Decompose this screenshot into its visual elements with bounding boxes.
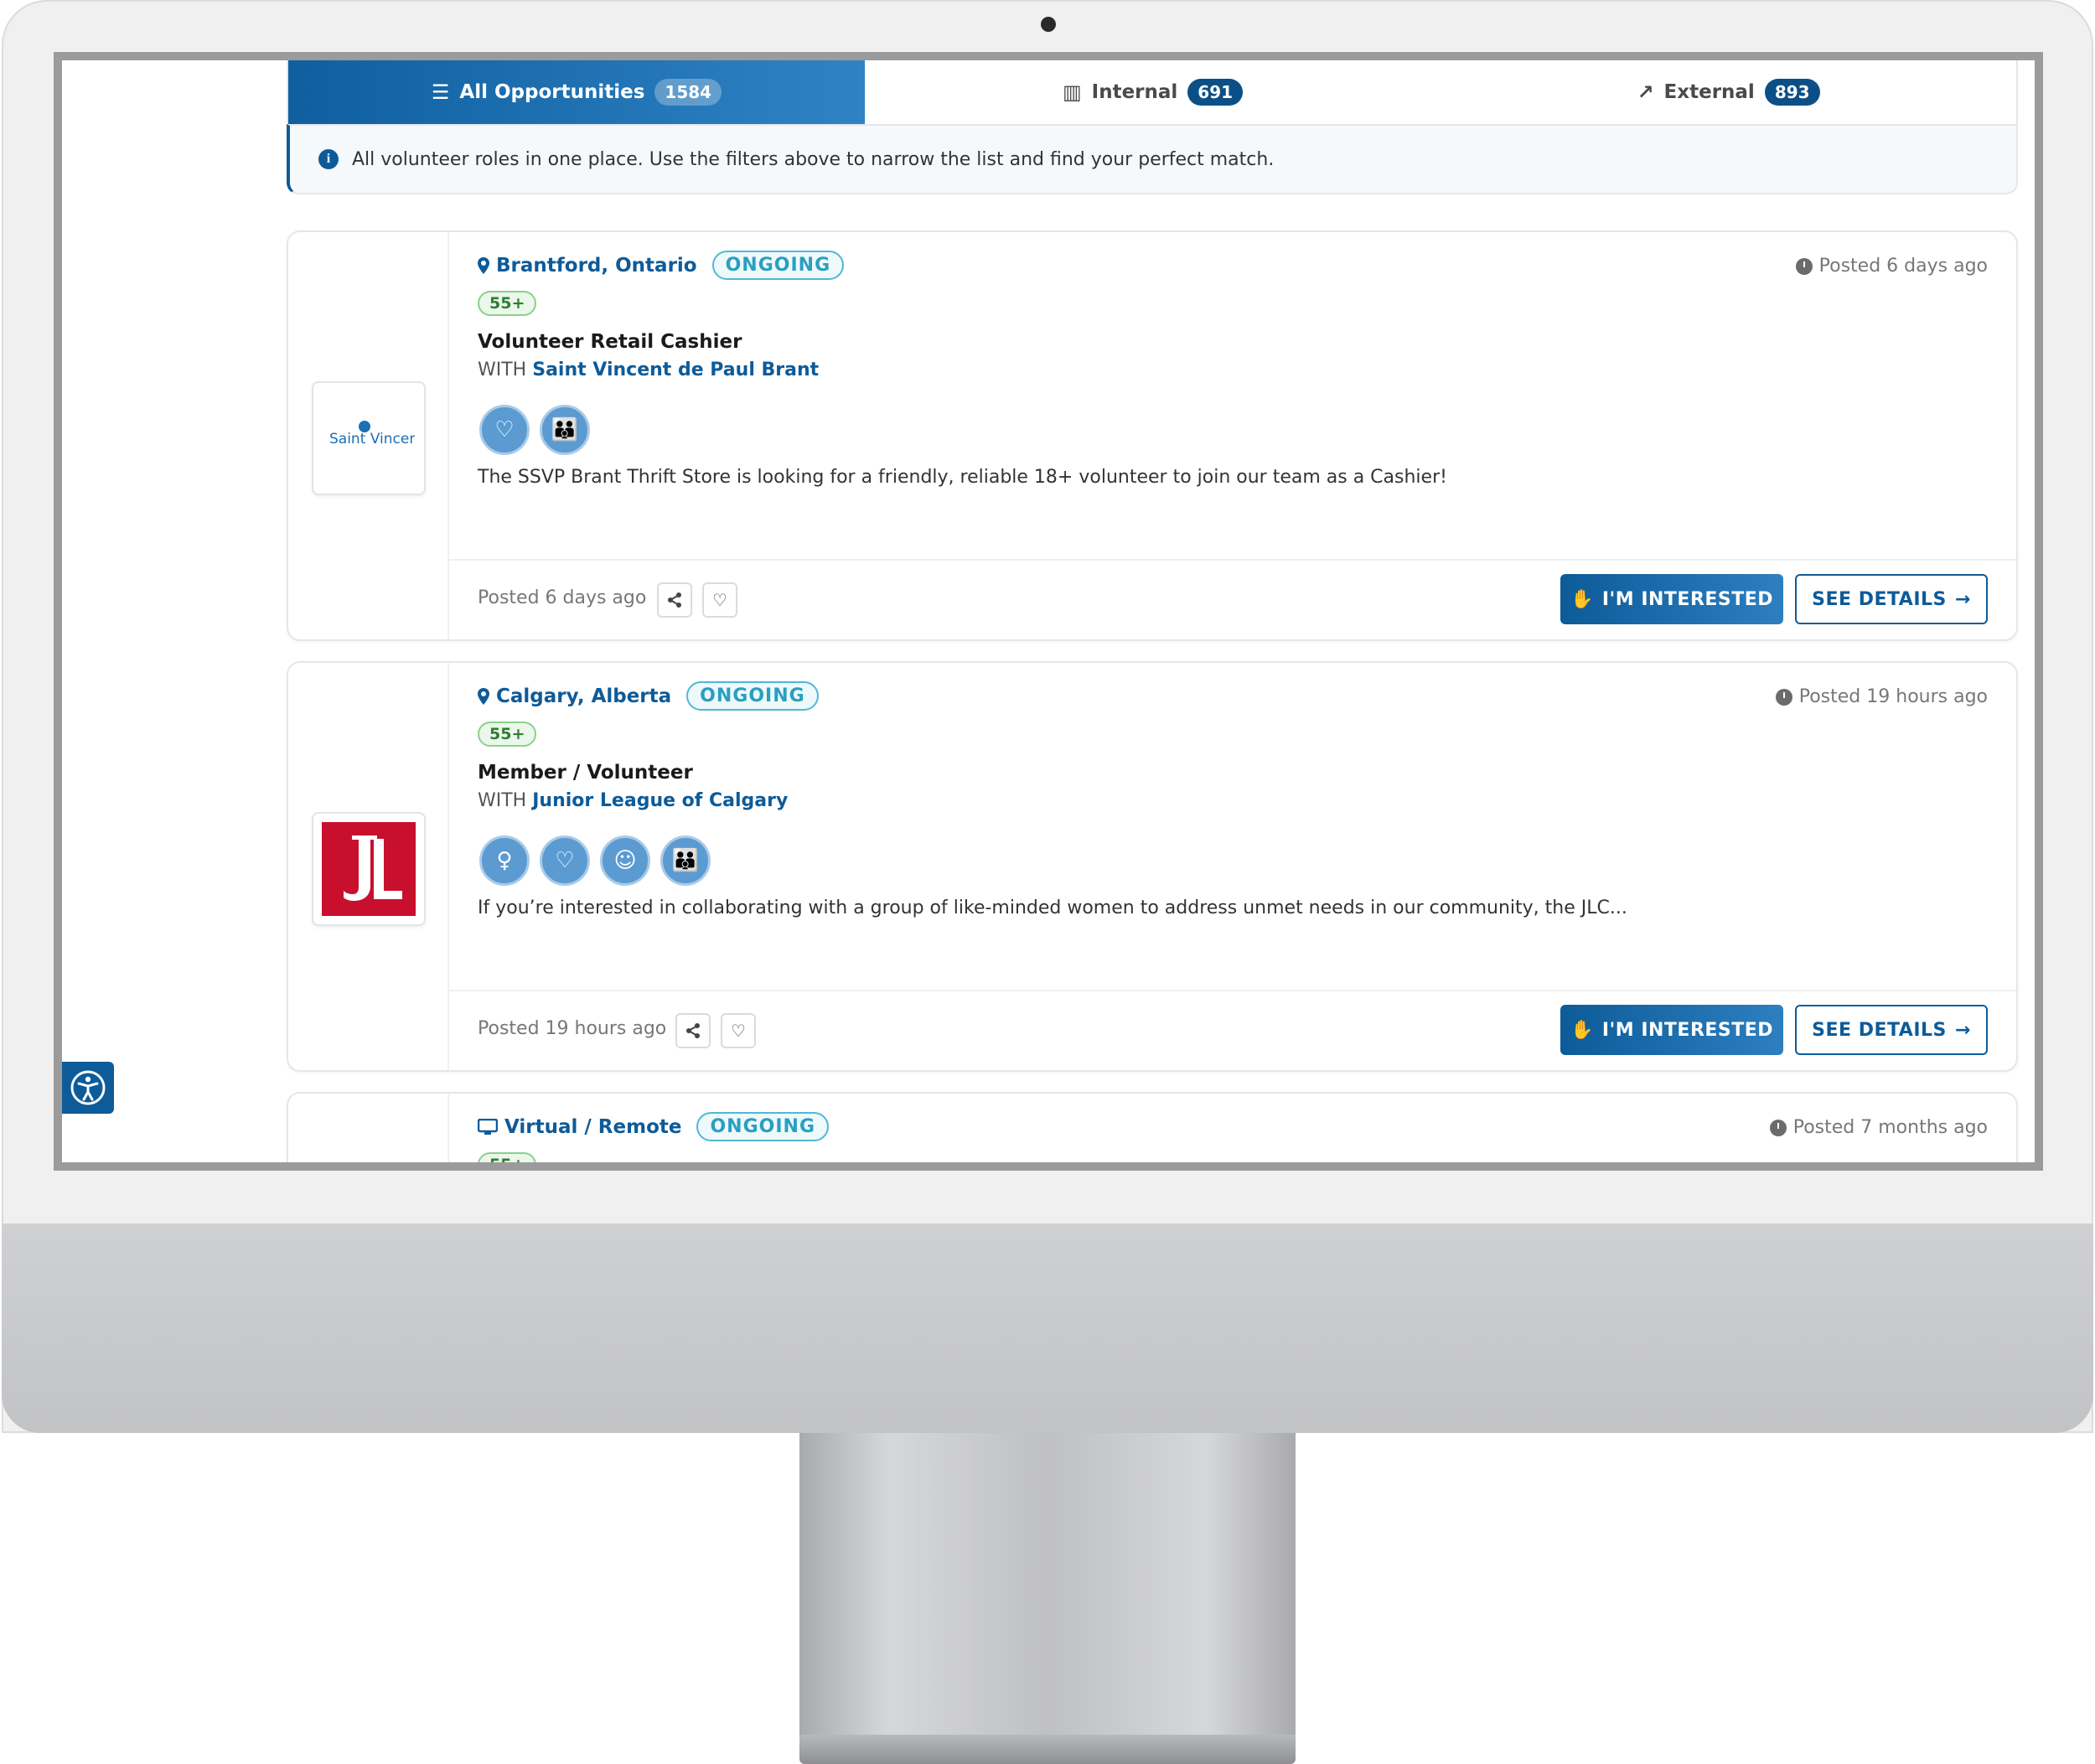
status-badge: ONGOING <box>686 681 819 711</box>
org-logo-ssvp[interactable]: Saint Vincent de Paul <box>312 381 426 495</box>
clock-icon <box>1795 257 1813 275</box>
heart-outline-icon: ♡ <box>731 1021 746 1041</box>
monitor-stand <box>799 1433 1296 1735</box>
age-badge: 55+ <box>478 722 537 747</box>
map-pin-icon <box>478 687 489 705</box>
map-pin-icon <box>478 256 489 274</box>
info-icon: i <box>318 149 339 169</box>
see-details-button[interactable]: SEE DETAILS → <box>1795 1005 1988 1055</box>
monitor-stand-base <box>799 1735 1296 1764</box>
category-icons: ♀ ♡ ☺ 👪 <box>479 835 711 886</box>
monitor-chin <box>2 1223 2093 1433</box>
opportunity-title[interactable]: Volunteer Retail Cashier <box>478 331 742 353</box>
camera-dot <box>1041 17 1056 32</box>
external-link-icon: ↗ <box>1637 80 1654 104</box>
status-badge: ONGOING <box>711 251 845 280</box>
tab-label: External <box>1663 81 1755 103</box>
posted-time: Posted 6 days ago <box>1795 256 1988 277</box>
share-button[interactable] <box>657 582 692 618</box>
tab-label: Internal <box>1091 81 1178 103</box>
opportunity-card: Saint Vincent de Paul Brantford, Ontario… <box>287 230 2018 641</box>
see-details-button[interactable]: SEE DETAILS → <box>1795 574 1988 624</box>
list-icon: ☰ <box>431 80 450 104</box>
opportunity-card: Calgary, Alberta ONGOING Posted 19 hours… <box>287 661 2018 1072</box>
im-interested-button[interactable]: ✋ I'M INTERESTED <box>1560 574 1783 624</box>
tab-label: All Opportunities <box>459 81 645 103</box>
posted-time: Posted 19 hours ago <box>478 1018 667 1039</box>
opportunity-description: The SSVP Brant Thrift Store is looking f… <box>478 467 1447 488</box>
tab-bar: ☰ All Opportunities 1584 ▥ Internal 691 … <box>287 60 2018 124</box>
tab-internal[interactable]: ▥ Internal 691 <box>865 60 1441 124</box>
location-link[interactable]: Brantford, Ontario <box>478 255 697 277</box>
organization-link[interactable]: Saint Vincent de Paul Brant <box>532 360 819 380</box>
opportunities-panel: ☰ All Opportunities 1584 ▥ Internal 691 … <box>287 60 2018 1162</box>
opportunity-description: If you’re interested in collaborating wi… <box>478 898 1627 918</box>
tab-external[interactable]: ↗ External 893 <box>1441 60 2016 124</box>
theatre-masks-icon: ☺ <box>600 835 650 886</box>
posted-time: Posted 6 days ago <box>478 587 647 608</box>
hand-icon: ✋ <box>1570 588 1594 610</box>
posted-time: Posted 7 months ago <box>1769 1117 1988 1138</box>
opportunity-card: Virtual / Remote ONGOING Posted 7 months… <box>287 1092 2018 1162</box>
opportunity-title[interactable]: Member / Volunteer <box>478 762 693 784</box>
organization-link[interactable]: Junior League of Calgary <box>532 790 788 811</box>
card-footer: Posted 19 hours ago ♡ ✋ I'M INTERESTED S… <box>449 990 2016 1070</box>
arrow-right-icon: → <box>1954 1019 1971 1041</box>
status-badge: ONGOING <box>696 1112 830 1141</box>
posted-time: Posted 19 hours ago <box>1775 686 1988 707</box>
accessibility-button[interactable] <box>62 1062 114 1114</box>
favorite-button[interactable]: ♡ <box>721 1013 756 1048</box>
accessibility-icon <box>70 1070 106 1105</box>
tab-count-badge: 893 <box>1764 79 1820 106</box>
organization-line: WITH Saint Vincent de Paul Brant <box>478 360 820 380</box>
screen: ☰ All Opportunities 1584 ▥ Internal 691 … <box>54 52 2043 1171</box>
info-text: All volunteer roles in one place. Use th… <box>352 148 1275 170</box>
age-badge: 55+ <box>478 291 537 316</box>
age-badge: 55+ <box>478 1152 537 1162</box>
category-icons: ♡ 👪 <box>479 405 590 455</box>
share-button[interactable] <box>675 1013 711 1048</box>
share-icon <box>668 592 681 608</box>
hand-icon: ✋ <box>1570 1019 1594 1041</box>
tab-count-badge: 691 <box>1187 79 1244 106</box>
organization-line: WITH Junior League of Calgary <box>478 790 789 811</box>
heart-icon: ♡ <box>540 835 590 886</box>
family-icon: 👪 <box>660 835 711 886</box>
im-interested-button[interactable]: ✋ I'M INTERESTED <box>1560 1005 1783 1055</box>
building-icon: ▥ <box>1062 80 1082 104</box>
tab-count-badge: 1584 <box>654 79 722 106</box>
monitor-icon <box>478 1118 498 1135</box>
favorite-button[interactable]: ♡ <box>702 582 737 618</box>
arrow-right-icon: → <box>1954 588 1971 610</box>
tab-all-opportunities[interactable]: ☰ All Opportunities 1584 <box>288 60 865 124</box>
org-logo-jlc[interactable] <box>312 812 426 926</box>
share-icon <box>686 1023 700 1038</box>
location-link[interactable]: Virtual / Remote <box>478 1116 681 1138</box>
card-footer: Posted 6 days ago ♡ ✋ I'M INTERESTED SEE… <box>449 559 2016 639</box>
info-banner: i All volunteer roles in one place. Use … <box>287 124 2018 194</box>
female-icon: ♀ <box>479 835 530 886</box>
heart-icon: ♡ <box>479 405 530 455</box>
clock-icon <box>1775 688 1792 706</box>
logo-text: Saint Vincent de Paul <box>329 431 415 447</box>
location-link[interactable]: Calgary, Alberta <box>478 685 671 707</box>
clock-icon <box>1769 1119 1787 1136</box>
heart-outline-icon: ♡ <box>712 590 727 610</box>
family-icon: 👪 <box>540 405 590 455</box>
